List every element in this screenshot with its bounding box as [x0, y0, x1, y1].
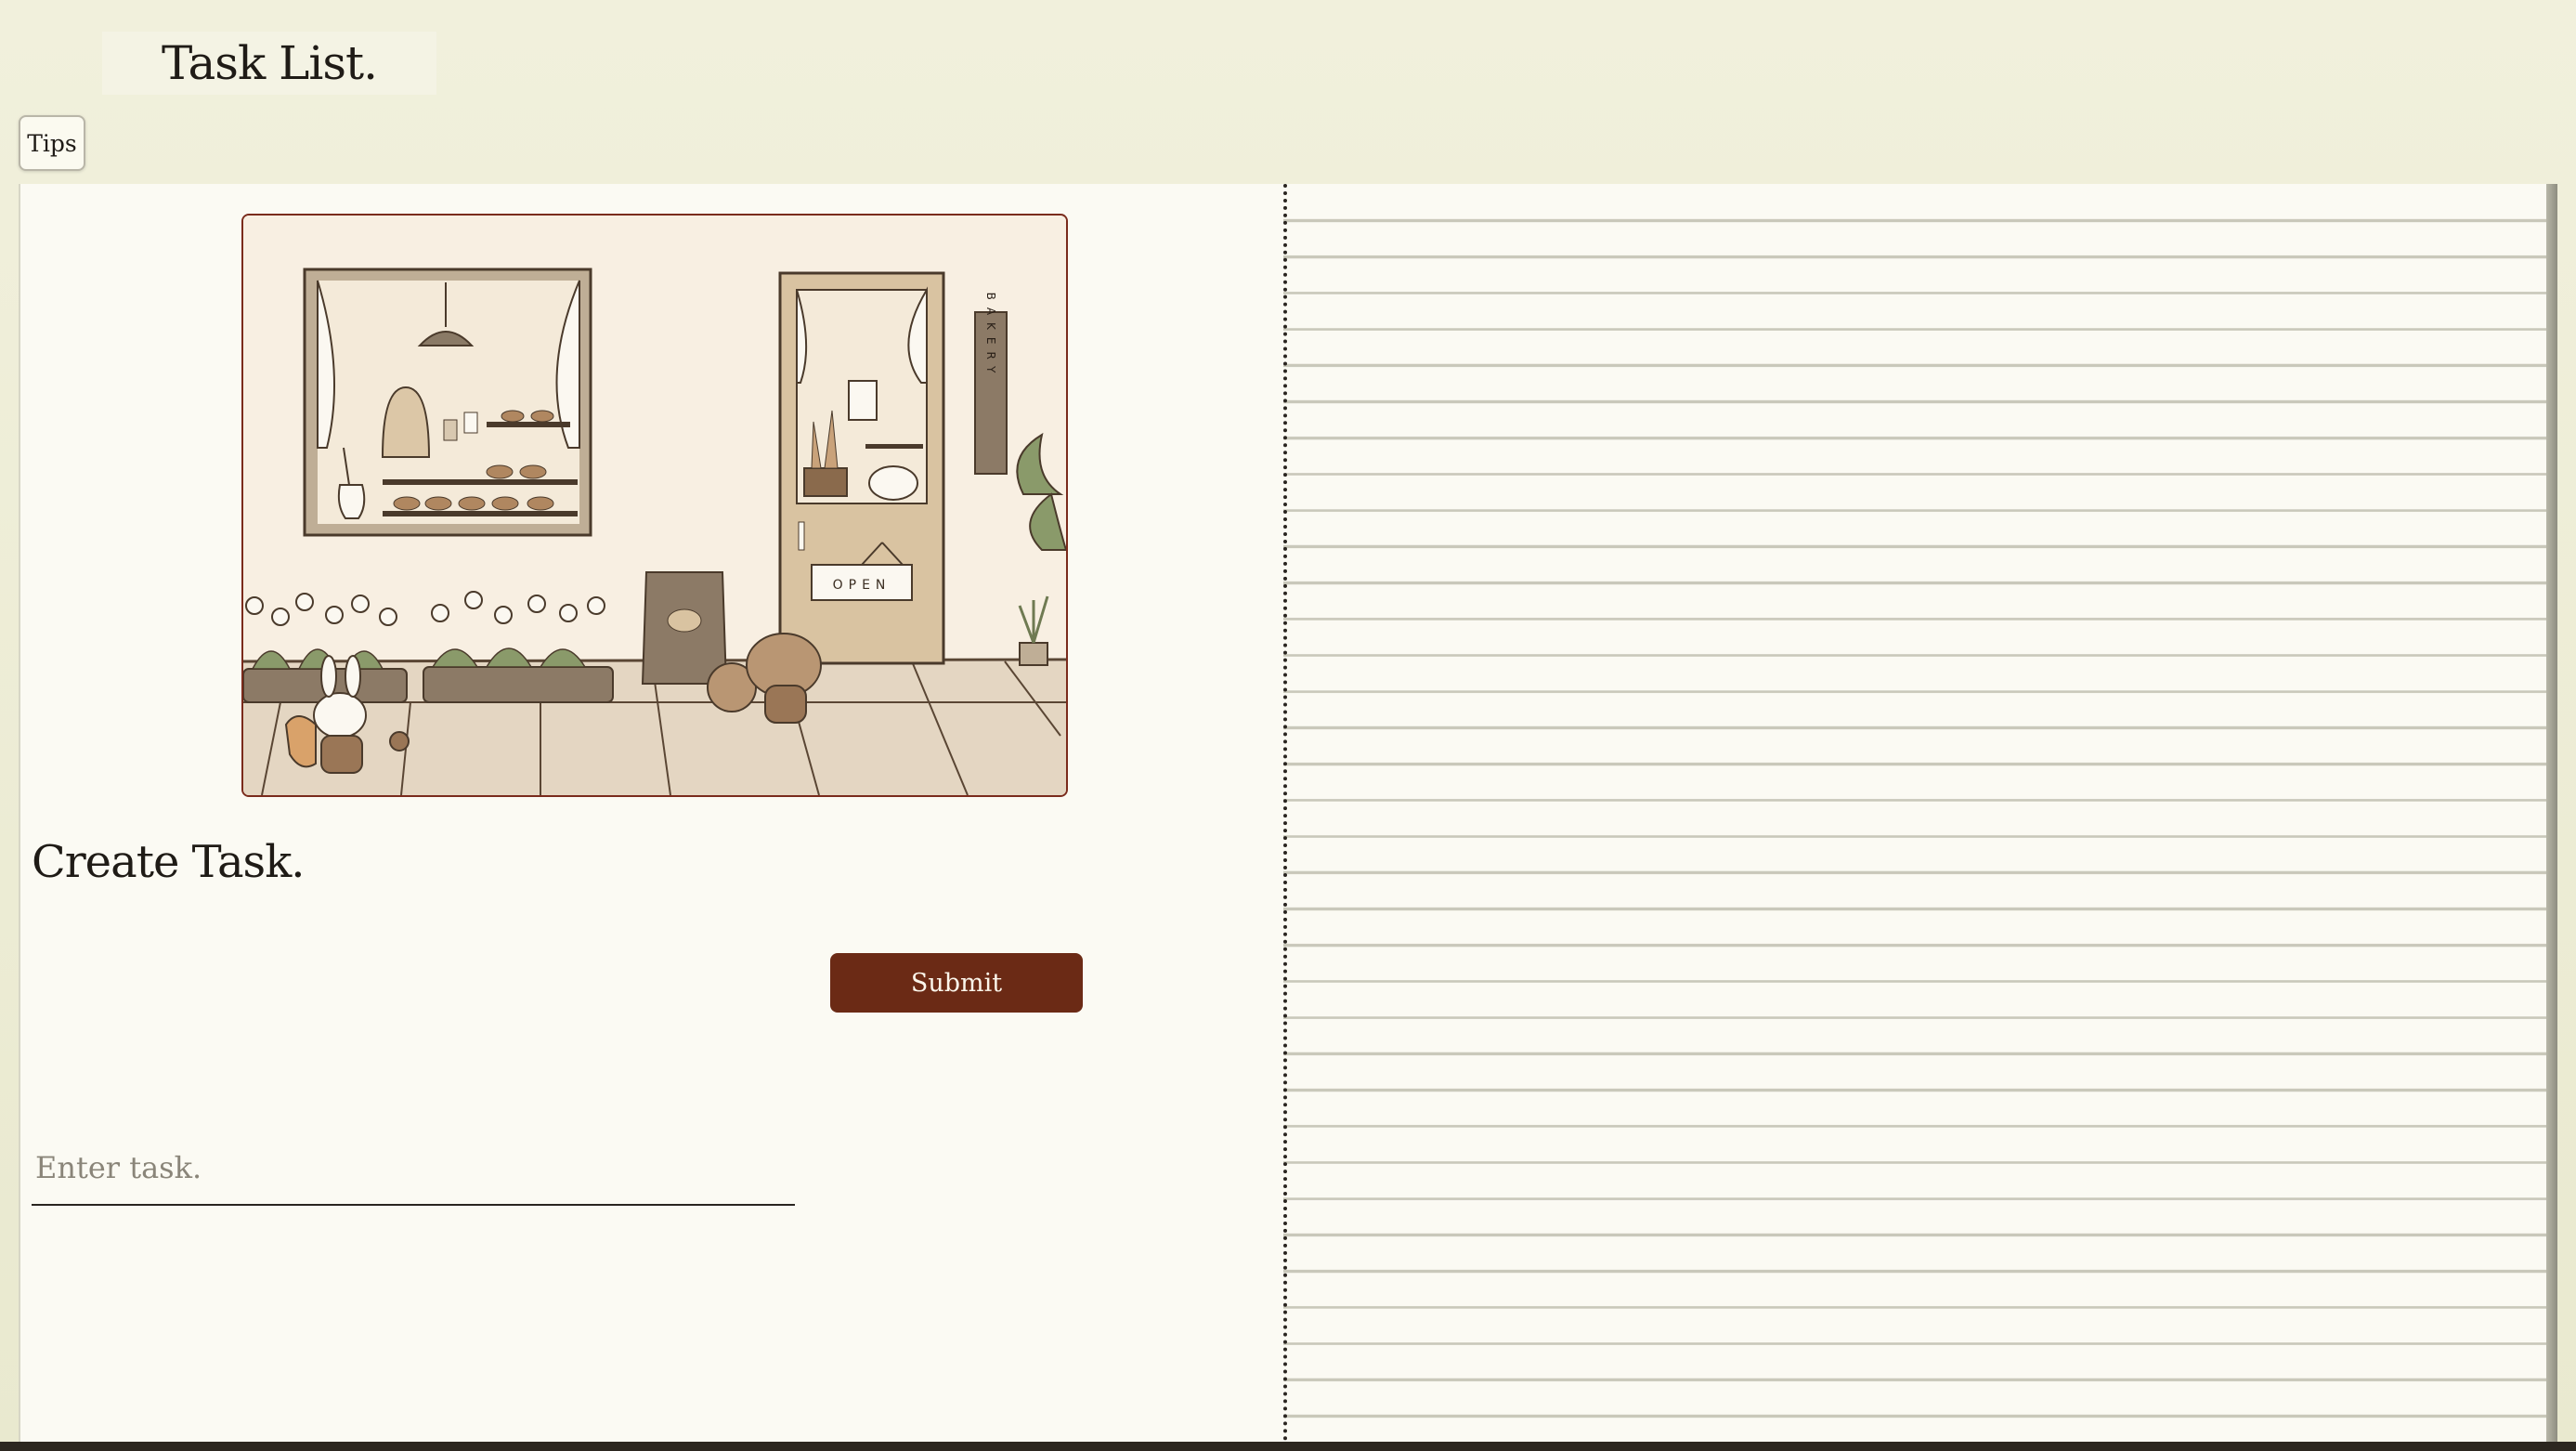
bakery-scene-image: OPEN BAKERY: [243, 216, 1066, 795]
scrollbar-track[interactable]: [2546, 184, 2557, 1442]
tips-button[interactable]: Tips: [19, 115, 85, 171]
submit-button[interactable]: Submit: [830, 953, 1083, 1013]
bakery-illustration: OPEN BAKERY: [241, 214, 1068, 797]
title-box: Task List.: [102, 32, 436, 95]
page-title: Task List.: [162, 36, 378, 90]
create-task-heading: Create Task.: [32, 836, 306, 888]
bottom-edge: [0, 1442, 2576, 1451]
create-task-panel: OPEN BAKERY Create Task. Enter task. Sub…: [19, 184, 1285, 1442]
bakery-sign-text: BAKERY: [984, 293, 997, 381]
task-list-notebook: [1283, 184, 2554, 1442]
open-sign-text: OPEN: [833, 578, 891, 593]
app-root: Task List. Tips OPEN BAKERY Create Task.…: [0, 0, 2576, 1451]
task-input[interactable]: [32, 1131, 795, 1206]
